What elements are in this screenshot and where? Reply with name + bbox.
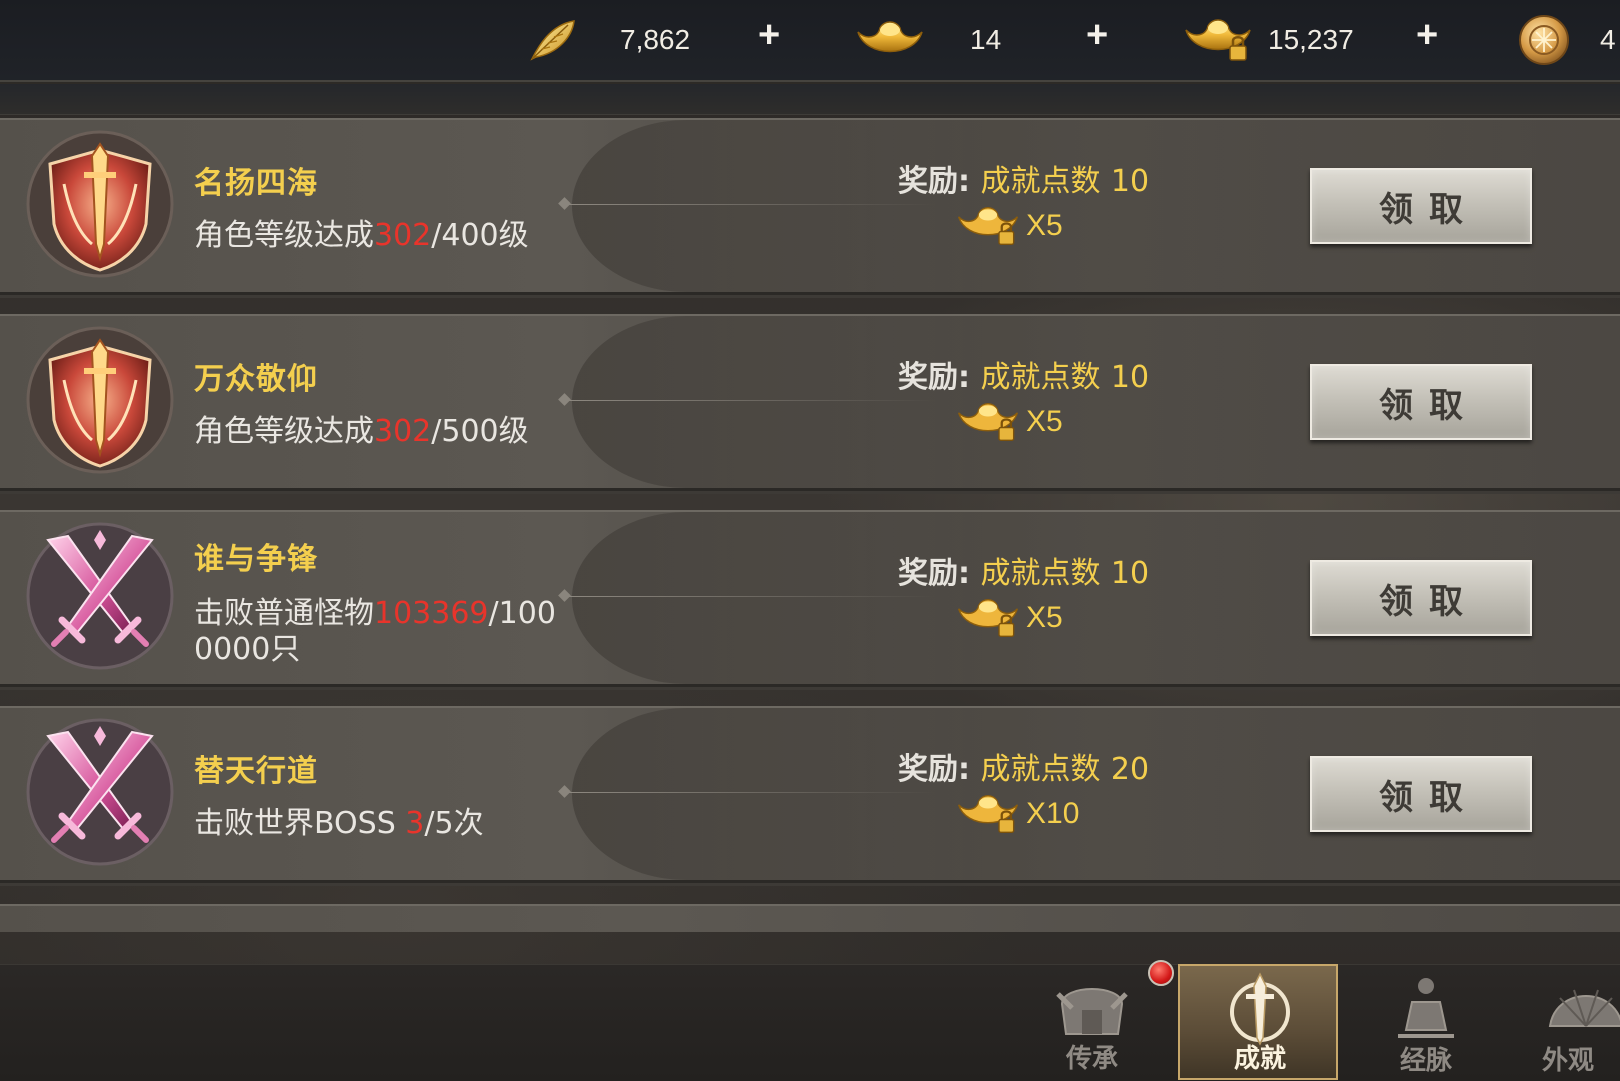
locked-gold-ingot-icon <box>958 206 1018 246</box>
achievement-title: 万众敬仰 <box>194 362 318 397</box>
achievement-progress: 302 <box>374 218 432 253</box>
notification-dot <box>1148 960 1174 986</box>
achievement-title: 谁与争锋 <box>194 542 318 577</box>
locked-gold-ingot-icon <box>958 794 1018 834</box>
reward-line: 奖励: 成就点数 10 <box>898 556 1150 591</box>
reward-qty: X5 <box>1026 601 1063 634</box>
reward-item: X10 <box>956 792 1079 836</box>
resource-bar: 7,862 + 14 + 15,237 + 4 <box>0 0 1620 82</box>
reward-line: 奖励: 成就点数 20 <box>898 752 1150 787</box>
locked-gold-ingot-icon <box>1185 19 1251 61</box>
tab-label: 外观 <box>1542 1046 1595 1076</box>
resource-feather <box>528 0 578 80</box>
red-sword-shield-emblem-icon <box>26 130 174 278</box>
claim-button[interactable]: 领取 <box>1310 168 1532 244</box>
add-feather-button[interactable]: + <box>758 14 780 57</box>
reward-qty: X5 <box>1026 209 1063 242</box>
reward-item: X5 <box>956 596 1063 640</box>
achievement-title: 替天行道 <box>194 754 318 789</box>
reward-points: 10 <box>1110 164 1150 199</box>
pink-crossed-swords-emblem-icon <box>26 718 174 866</box>
achievement-progress: 103369 <box>374 596 489 631</box>
achievement-row: 名扬四海 角色等级达成302/400级 奖励: 成就点数 10 X5 领取 <box>0 118 1620 295</box>
tab-label: 成就 <box>1233 1044 1286 1074</box>
list-header-band <box>0 84 1620 115</box>
reward-qty: X5 <box>1026 405 1063 438</box>
appearance-fan-icon <box>1548 989 1620 1027</box>
gold-feather-icon <box>530 20 575 61</box>
claim-button[interactable]: 领取 <box>1310 560 1532 636</box>
achievement-desc: 角色等级达成302/400级 <box>194 218 529 253</box>
resource-locked-ingot <box>1184 0 1252 80</box>
achievement-row: 谁与争锋 击败普通怪物103369/1000000只 奖励: 成就点数 10 X… <box>0 510 1620 687</box>
reward-qty: X10 <box>1026 797 1080 830</box>
tab-label: 传承 <box>1065 1044 1118 1074</box>
tab-label: 经脉 <box>1399 1046 1452 1076</box>
claim-button[interactable]: 领取 <box>1310 364 1532 440</box>
achievement-desc: 击败普通怪物103369/1000000只 <box>194 596 556 667</box>
locked-gold-ingot-icon <box>958 598 1018 638</box>
tab-meridian[interactable]: 经脉 <box>1346 964 1506 1080</box>
add-locked-ingot-button[interactable]: + <box>1416 14 1438 57</box>
locked-gold-ingot-icon <box>958 402 1018 442</box>
red-sword-shield-emblem-icon <box>26 326 174 474</box>
tab-inheritance[interactable]: 传承 <box>1012 964 1172 1080</box>
achievement-row: 替天行道 击败世界BOSS 3/5次 奖励: 成就点数 20 X10 领取 <box>0 706 1620 883</box>
achievement-progress: 302 <box>374 414 432 449</box>
achievement-row-partial <box>0 904 1620 932</box>
reward-points: 10 <box>1110 360 1150 395</box>
achievement-progress: 3 <box>405 806 425 841</box>
resource-value-ingot: 14 <box>970 24 1002 55</box>
achievement-sword-icon <box>1230 972 1290 1046</box>
tab-achievement[interactable]: 成就 <box>1178 964 1338 1080</box>
reward-points: 20 <box>1110 752 1150 787</box>
reward-line: 奖励: 成就点数 10 <box>898 164 1150 199</box>
resource-ingot <box>856 0 924 80</box>
add-ingot-button[interactable]: + <box>1086 14 1108 57</box>
reward-item: X5 <box>956 400 1063 444</box>
resource-value-locked-ingot: 15,237 <box>1268 24 1354 55</box>
achievement-desc: 角色等级达成302/500级 <box>194 414 529 449</box>
resource-value-feather: 7,862 <box>620 24 691 55</box>
meridian-figure-icon <box>1398 978 1454 1038</box>
helmet-icon <box>1056 988 1128 1035</box>
tab-appearance[interactable]: 外观 <box>1512 964 1620 1080</box>
achievement-row: 万众敬仰 角色等级达成302/500级 奖励: 成就点数 10 X5 领取 <box>0 314 1620 491</box>
reward-item: X5 <box>956 204 1063 248</box>
bronze-coin-icon <box>1519 15 1569 65</box>
reward-points: 10 <box>1110 556 1150 591</box>
pink-crossed-swords-emblem-icon <box>26 522 174 670</box>
resource-coin <box>1518 0 1570 80</box>
claim-button[interactable]: 领取 <box>1310 756 1532 832</box>
gold-ingot-icon <box>857 21 923 53</box>
resource-value-coin: 4 <box>1600 24 1616 55</box>
reward-line: 奖励: 成就点数 10 <box>898 360 1150 395</box>
achievement-title: 名扬四海 <box>194 166 318 201</box>
achievement-desc: 击败世界BOSS 3/5次 <box>194 806 484 841</box>
